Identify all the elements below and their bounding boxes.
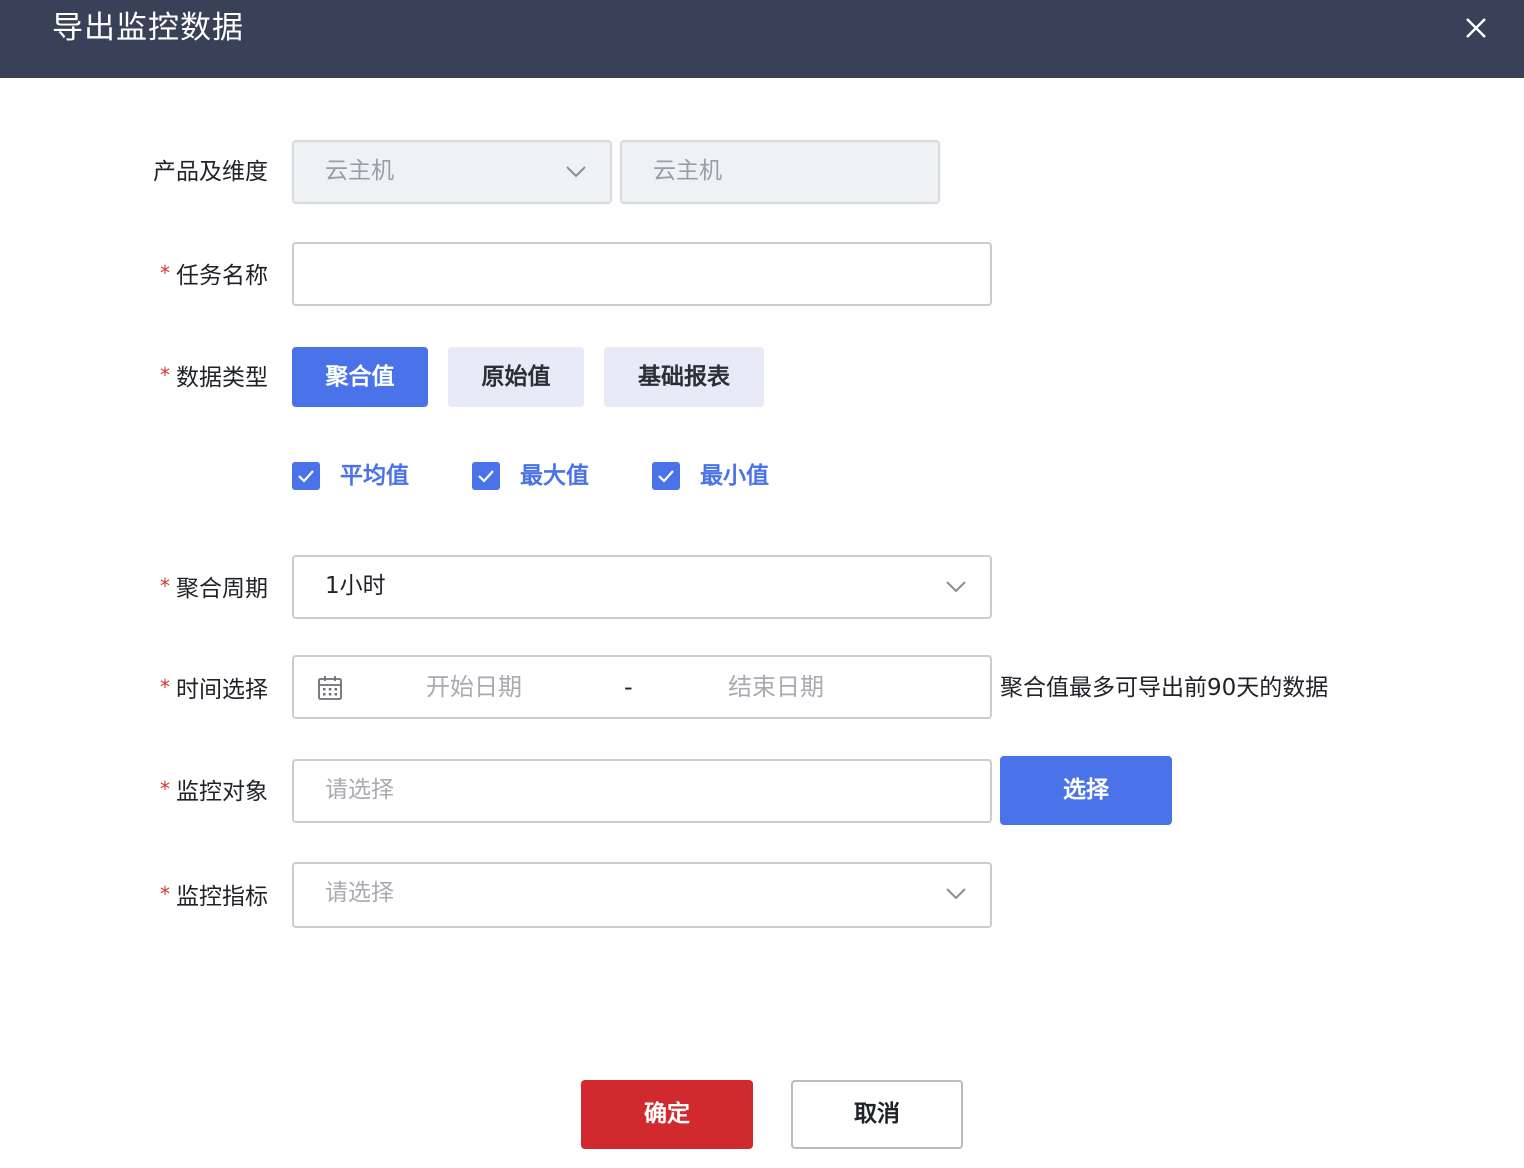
monitor-object-placeholder: 请选择 bbox=[325, 777, 394, 803]
date-range-separator: - bbox=[624, 673, 633, 701]
required-mark: * bbox=[160, 675, 170, 699]
check-icon bbox=[658, 470, 674, 483]
chevron-down-icon bbox=[946, 581, 966, 593]
time-range-note: 聚合值最多可导出前90天的数据 bbox=[1000, 675, 1329, 701]
required-mark: * bbox=[160, 777, 170, 801]
period-label: * 聚合周期 bbox=[160, 574, 268, 602]
product-select: 云主机 bbox=[292, 140, 612, 204]
check-icon bbox=[478, 470, 494, 483]
calendar-icon bbox=[318, 676, 342, 700]
monitor-object-input[interactable]: 请选择 bbox=[292, 759, 992, 823]
product-label: 产品及维度 bbox=[153, 159, 268, 185]
task-name-label: * 任务名称 bbox=[160, 261, 268, 289]
data-type-raw-button[interactable]: 原始值 bbox=[448, 347, 584, 407]
required-mark: * bbox=[160, 882, 170, 906]
checkbox-average[interactable] bbox=[292, 462, 320, 490]
task-name-input[interactable] bbox=[292, 242, 992, 306]
check-icon bbox=[298, 470, 314, 483]
checkbox-max[interactable] bbox=[472, 462, 500, 490]
monitor-metric-select[interactable]: 请选择 bbox=[292, 862, 992, 928]
monitor-metric-label: * 监控指标 bbox=[160, 882, 268, 910]
required-mark: * bbox=[160, 261, 170, 285]
confirm-button[interactable]: 确定 bbox=[581, 1080, 753, 1149]
cancel-button[interactable]: 取消 bbox=[791, 1080, 963, 1149]
close-icon[interactable] bbox=[1458, 10, 1494, 46]
end-date-input[interactable]: 结束日期 bbox=[728, 657, 824, 717]
required-mark: * bbox=[160, 363, 170, 387]
period-select[interactable]: 1小时 bbox=[292, 555, 992, 619]
time-range-label: * 时间选择 bbox=[160, 675, 268, 703]
period-select-value: 1小时 bbox=[325, 573, 386, 599]
checkbox-max-label[interactable]: 最大值 bbox=[520, 458, 589, 494]
data-type-basic-report-button[interactable]: 基础报表 bbox=[604, 347, 764, 407]
checkbox-average-label[interactable]: 平均值 bbox=[340, 458, 409, 494]
dimension-field-value: 云主机 bbox=[653, 158, 722, 184]
checkbox-min-label[interactable]: 最小值 bbox=[700, 458, 769, 494]
required-mark: * bbox=[160, 574, 170, 598]
date-range-picker[interactable]: 开始日期 - 结束日期 bbox=[292, 655, 992, 719]
dimension-field: 云主机 bbox=[620, 140, 940, 204]
monitor-object-label: * 监控对象 bbox=[160, 777, 268, 805]
select-object-button[interactable]: 选择 bbox=[1000, 756, 1172, 825]
dialog-header: 导出监控数据 bbox=[0, 0, 1524, 78]
dialog-title: 导出监控数据 bbox=[52, 10, 244, 46]
data-type-aggregate-button[interactable]: 聚合值 bbox=[292, 347, 428, 407]
chevron-down-icon bbox=[946, 888, 966, 900]
start-date-input[interactable]: 开始日期 bbox=[426, 657, 522, 717]
chevron-down-icon bbox=[566, 166, 586, 178]
product-select-value: 云主机 bbox=[325, 158, 394, 184]
checkbox-min[interactable] bbox=[652, 462, 680, 490]
monitor-metric-placeholder: 请选择 bbox=[325, 880, 394, 906]
data-type-label: * 数据类型 bbox=[160, 363, 268, 391]
